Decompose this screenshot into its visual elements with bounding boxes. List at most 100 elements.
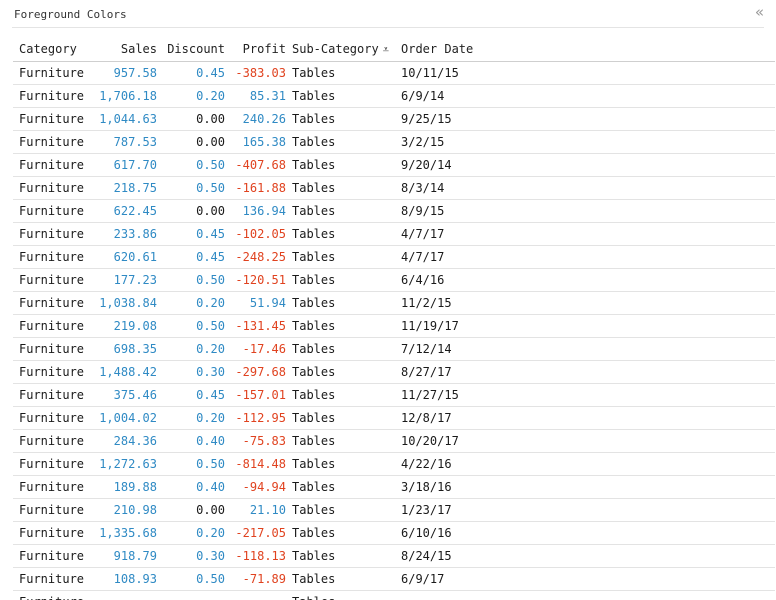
discount-cell: 0.00 [157, 107, 225, 131]
table-row[interactable]: Furniture Tables [13, 590, 775, 600]
table-row[interactable]: Furniture 233.86 0.45 -102.05 Tables 4/7/17 [13, 222, 775, 246]
category-cell: Furniture [13, 107, 91, 131]
sales-cell: 1,272.63 [91, 452, 157, 476]
table-row[interactable]: Furniture 957.58 0.45 -383.03 Tables 10/11/15 [13, 61, 775, 85]
column-header-sales[interactable]: Sales [91, 38, 157, 62]
collapse-panel-icon[interactable]: « [755, 3, 764, 21]
sub-category-cell: Tables [286, 314, 401, 338]
profit-cell: -75.83 [225, 429, 286, 453]
table-row[interactable]: Furniture 1,004.02 0.20 -112.95 Tables 12/8/1… [13, 406, 775, 430]
table-row[interactable]: Furniture 218.75 0.50 -161.88 Tables 8/3/14 [13, 176, 775, 200]
column-header-discount[interactable]: Discount [157, 38, 225, 62]
table-row[interactable]: Furniture 1,706.18 0.20 85.31 Tables 6/9/14 [13, 84, 775, 108]
sub-category-cell: Tables [286, 61, 401, 85]
discount-cell: 0.50 [157, 567, 225, 591]
order-date-cell: 8/9/15 [401, 199, 775, 223]
sub-category-cell: Tables [286, 199, 401, 223]
category-cell: Furniture [13, 222, 91, 246]
table-row[interactable]: Furniture 1,272.63 0.50 -814.48 Tables 4/22/1… [13, 452, 775, 476]
sub-category-cell: Tables [286, 544, 401, 568]
sales-cell: 1,044.63 [91, 107, 157, 131]
order-date-cell: 11/27/15 [401, 383, 775, 407]
sales-cell: 219.08 [91, 314, 157, 338]
order-date-cell: 6/10/16 [401, 521, 775, 545]
sales-cell: 284.36 [91, 429, 157, 453]
table-row[interactable]: Furniture 177.23 0.50 -120.51 Tables 6/4/16 [13, 268, 775, 292]
sub-category-cell: Tables [286, 107, 401, 131]
sub-category-cell: Tables [286, 153, 401, 177]
sub-category-cell: Tables [286, 176, 401, 200]
order-date-cell: 11/19/17 [401, 314, 775, 338]
profit-cell: -112.95 [225, 406, 286, 430]
column-header-sub-category[interactable]: Sub-Category ⩡ [286, 38, 401, 62]
sub-category-cell: Tables [286, 383, 401, 407]
table-row[interactable]: Furniture 918.79 0.30 -118.13 Tables 8/24/15 [13, 544, 775, 568]
discount-cell: 0.00 [157, 498, 225, 522]
sales-cell: 210.98 [91, 498, 157, 522]
sales-cell: 957.58 [91, 61, 157, 85]
profit-cell: -217.05 [225, 521, 286, 545]
table-row[interactable]: Furniture 189.88 0.40 -94.94 Tables 3/18/16 [13, 475, 775, 499]
discount-cell: 0.20 [157, 291, 225, 315]
discount-cell: 0.20 [157, 521, 225, 545]
table-row[interactable]: Furniture 1,044.63 0.00 240.26 Tables 9/25/15 [13, 107, 775, 131]
discount-cell: 0.30 [157, 360, 225, 384]
table-row[interactable]: Furniture 1,335.68 0.20 -217.05 Tables 6/10/1… [13, 521, 775, 545]
table-row[interactable]: Furniture 1,038.84 0.20 51.94 Tables 11/2/15 [13, 291, 775, 315]
column-header-order-date[interactable]: Order Date [401, 38, 775, 62]
profit-cell: 240.26 [225, 107, 286, 131]
discount-cell: 0.50 [157, 176, 225, 200]
profit-cell: -407.68 [225, 153, 286, 177]
discount-cell: 0.45 [157, 383, 225, 407]
category-cell: Furniture [13, 360, 91, 384]
table-row[interactable]: Furniture 108.93 0.50 -71.89 Tables 6/9/17 [13, 567, 775, 591]
order-date-cell: 9/20/14 [401, 153, 775, 177]
sub-category-cell: Tables [286, 429, 401, 453]
category-cell: Furniture [13, 268, 91, 292]
table-row[interactable]: Furniture 1,488.42 0.30 -297.68 Tables 8/27/1… [13, 360, 775, 384]
category-cell: Furniture [13, 176, 91, 200]
table-row[interactable]: Furniture 617.70 0.50 -407.68 Tables 9/20/14 [13, 153, 775, 177]
sales-cell [91, 590, 157, 600]
order-date-cell: 3/18/16 [401, 475, 775, 499]
table-row[interactable]: Furniture 375.46 0.45 -157.01 Tables 11/27/15 [13, 383, 775, 407]
order-date-cell: 8/3/14 [401, 176, 775, 200]
sort-descending-icon[interactable]: ⩡ [383, 43, 389, 57]
sales-cell: 108.93 [91, 567, 157, 591]
category-cell: Furniture [13, 567, 91, 591]
order-date-cell: 7/12/14 [401, 337, 775, 361]
category-cell: Furniture [13, 337, 91, 361]
order-date-cell: 6/9/17 [401, 567, 775, 591]
table-row[interactable]: Furniture 698.35 0.20 -17.46 Tables 7/12/14 [13, 337, 775, 361]
profit-cell: 21.10 [225, 498, 286, 522]
table-row[interactable]: Furniture 219.08 0.50 -131.45 Tables 11/19/17 [13, 314, 775, 338]
order-date-cell: 3/2/15 [401, 130, 775, 154]
column-header-profit[interactable]: Profit [225, 38, 286, 62]
sub-category-cell: Tables [286, 521, 401, 545]
category-cell: Furniture [13, 84, 91, 108]
order-date-cell: 8/27/17 [401, 360, 775, 384]
discount-cell: 0.45 [157, 61, 225, 85]
profit-cell: 136.94 [225, 199, 286, 223]
discount-cell: 0.50 [157, 153, 225, 177]
profit-cell: -814.48 [225, 452, 286, 476]
sales-cell: 620.61 [91, 245, 157, 269]
table-row[interactable]: Furniture 284.36 0.40 -75.83 Tables 10/20/17 [13, 429, 775, 453]
sub-category-cell: Tables [286, 475, 401, 499]
column-header-category[interactable]: Category [13, 38, 91, 62]
category-cell: Furniture [13, 199, 91, 223]
sales-cell: 218.75 [91, 176, 157, 200]
category-cell: Furniture [13, 314, 91, 338]
table-row[interactable]: Furniture 620.61 0.45 -248.25 Tables 4/7/17 [13, 245, 775, 269]
order-date-cell: 6/9/14 [401, 84, 775, 108]
sub-category-cell: Tables [286, 222, 401, 246]
discount-cell: 0.45 [157, 245, 225, 269]
discount-cell: 0.20 [157, 406, 225, 430]
category-cell: Furniture [13, 498, 91, 522]
table-row[interactable]: Furniture 622.45 0.00 136.94 Tables 8/9/15 [13, 199, 775, 223]
panel-header: Foreground Colors « [12, 0, 764, 28]
sub-category-cell: Tables [286, 337, 401, 361]
discount-cell: 0.20 [157, 84, 225, 108]
table-row[interactable]: Furniture 210.98 0.00 21.10 Tables 1/23/17 [13, 498, 775, 522]
table-row[interactable]: Furniture 787.53 0.00 165.38 Tables 3/2/15 [13, 130, 775, 154]
